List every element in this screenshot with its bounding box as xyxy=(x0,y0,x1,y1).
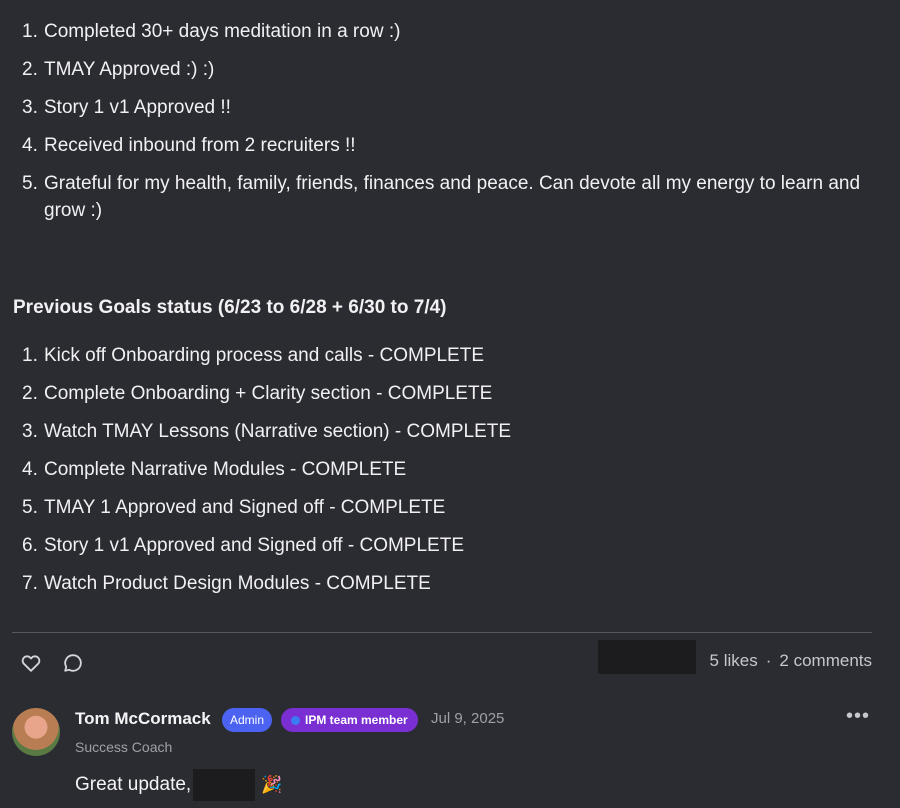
list-text: Complete Narrative Modules - COMPLETE xyxy=(44,459,407,480)
team-badge-label: IPM team member xyxy=(305,713,408,727)
list-text: Kick off Onboarding process and calls - … xyxy=(44,345,485,366)
comment-body: Great update, 🎉 xyxy=(75,769,282,801)
comment-date: Jul 9, 2025 xyxy=(431,710,505,727)
team-dot-icon xyxy=(291,716,300,726)
commenter-name[interactable]: Tom McCormack xyxy=(75,709,211,729)
comments-count[interactable]: 2 comments xyxy=(779,651,872,671)
list-number: 3. xyxy=(22,421,38,442)
list-text: Story 1 v1 Approved and Signed off - COM… xyxy=(44,535,464,556)
list-number: 4. xyxy=(22,459,38,480)
likes-count[interactable]: 5 likes xyxy=(710,651,758,671)
goals-list-item: 2. Complete Onboarding + Clarity section … xyxy=(22,380,872,407)
goals-list-item: 1. Kick off Onboarding process and calls … xyxy=(22,342,872,369)
team-badge: IPM team member xyxy=(281,708,418,732)
goals-list-item: 5. TMAY 1 Approved and Signed off - COMPL… xyxy=(22,494,872,521)
wins-list-item: 1. Completed 30+ days meditation in a row… xyxy=(22,18,872,45)
wins-list-item: 4. Received inbound from 2 recruiters !! xyxy=(22,132,872,159)
list-text: Complete Onboarding + Clarity section - … xyxy=(44,383,493,404)
redacted-name xyxy=(193,769,256,801)
list-number: 1. xyxy=(22,21,38,42)
list-number: 5. xyxy=(22,173,38,194)
comment-bubble-icon xyxy=(64,654,82,672)
list-number: 2. xyxy=(22,59,38,80)
list-number: 1. xyxy=(22,345,38,366)
post-stats: 5 likes · 2 comments xyxy=(710,651,872,671)
list-text: Story 1 v1 Approved !! xyxy=(44,97,231,118)
list-text: Watch Product Design Modules - COMPLETE xyxy=(44,573,431,594)
goals-list: 1. Kick off Onboarding process and calls … xyxy=(22,342,872,608)
goals-list-item: 6. Story 1 v1 Approved and Signed off - C… xyxy=(22,532,872,559)
list-text: Grateful for my health, family, friends,… xyxy=(44,173,861,221)
comment-button[interactable] xyxy=(60,650,86,676)
post-actions xyxy=(18,650,86,676)
heart-icon xyxy=(21,655,41,672)
wins-list-item: 3. Story 1 v1 Approved !! xyxy=(22,94,872,121)
list-text: Received inbound from 2 recruiters !! xyxy=(44,135,356,156)
goals-heading: Previous Goals status (6/23 to 6/28 + 6/… xyxy=(13,297,447,318)
list-text: TMAY 1 Approved and Signed off - COMPLET… xyxy=(44,497,446,518)
comment-text: Great update, xyxy=(75,774,192,795)
more-options-button[interactable]: ••• xyxy=(846,705,870,728)
wins-list-item: 2. TMAY Approved :) :) xyxy=(22,56,872,83)
admin-badge: Admin xyxy=(222,708,273,732)
wins-list: 1. Completed 30+ days meditation in a row… xyxy=(22,18,872,235)
list-number: 3. xyxy=(22,97,38,118)
divider xyxy=(12,632,872,633)
list-text: TMAY Approved :) :) xyxy=(44,59,215,80)
wins-list-item: 5. Grateful for my health, family, friend… xyxy=(22,170,872,224)
goals-list-item: 7. Watch Product Design Modules - COMPLET… xyxy=(22,570,872,597)
list-text: Watch TMAY Lessons (Narrative section) -… xyxy=(44,421,512,442)
list-number: 7. xyxy=(22,573,38,594)
party-popper-icon: 🎉 xyxy=(261,775,283,794)
goals-list-item: 3. Watch TMAY Lessons (Narrative section)… xyxy=(22,418,872,445)
redacted-avatars xyxy=(598,640,696,674)
goals-list-item: 4. Complete Narrative Modules - COMPLETE xyxy=(22,456,872,483)
commenter-role: Success Coach xyxy=(75,739,173,755)
stats-separator: · xyxy=(765,651,772,670)
list-number: 4. xyxy=(22,135,38,156)
list-text: Completed 30+ days meditation in a row :… xyxy=(44,21,401,42)
like-button[interactable] xyxy=(18,650,44,676)
list-number: 6. xyxy=(22,535,38,556)
avatar[interactable] xyxy=(12,708,60,756)
list-number: 5. xyxy=(22,497,38,518)
list-number: 2. xyxy=(22,383,38,404)
